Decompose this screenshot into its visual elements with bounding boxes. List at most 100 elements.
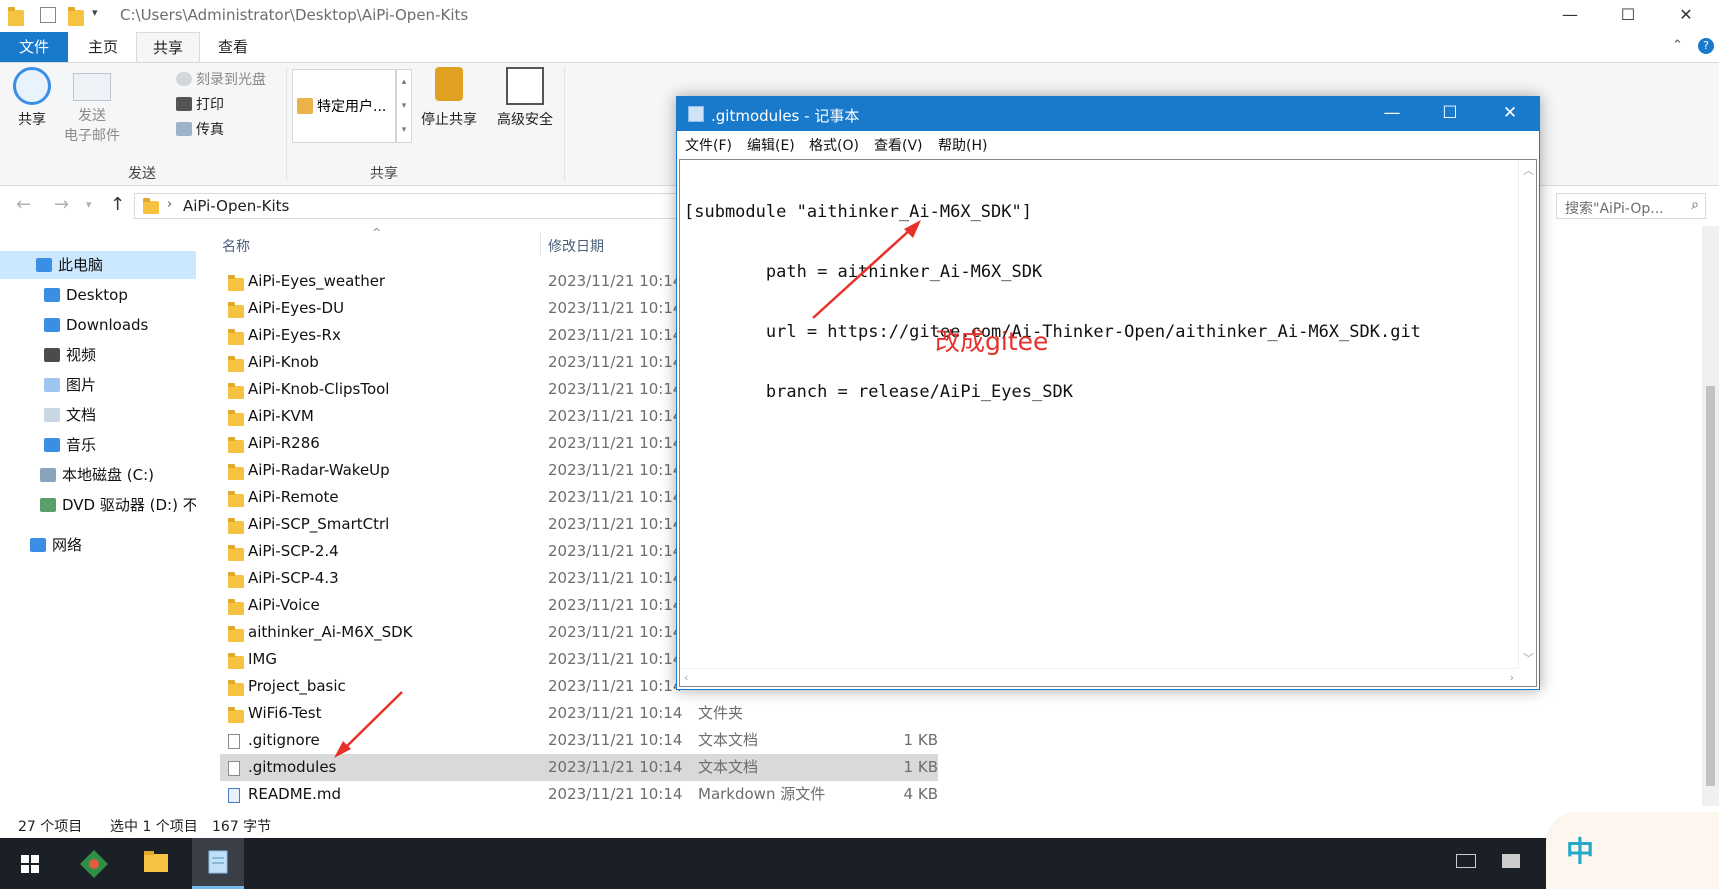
file-name: README.md (248, 785, 342, 803)
folder-icon (228, 545, 244, 561)
menu-edit[interactable]: 编辑(E) (747, 135, 795, 155)
close-button[interactable]: ✕ (1658, 0, 1714, 32)
nav-item-label: 图片 (66, 376, 97, 394)
burn-disc-button[interactable]: 刻录到光盘 (176, 69, 266, 91)
column-divider[interactable] (540, 232, 541, 256)
dvd-drive-icon (40, 498, 56, 512)
tab-share[interactable]: 共享 (136, 32, 200, 63)
taskbar-app-git[interactable] (68, 838, 120, 889)
notepad-window[interactable]: .gitmodules - 记事本 — ☐ ✕ 文件(F) 编辑(E) 格式(O… (676, 96, 1540, 690)
notepad-horizontal-scrollbar[interactable]: ‹ › (680, 668, 1518, 686)
forward-button[interactable]: → (54, 194, 69, 215)
file-type: 文件夹 (698, 704, 744, 722)
minimize-button[interactable]: — (1542, 0, 1598, 32)
search-input[interactable]: 搜索"AiPi-Op... ⌕ (1556, 193, 1706, 219)
stop-sharing-button[interactable]: 停止共享 (416, 67, 482, 129)
advanced-security-button[interactable]: 高级安全 (490, 67, 560, 129)
notepad-text-area[interactable]: [submodule "aithinker_Ai-M6X_SDK"] path … (679, 159, 1537, 687)
file-size: 1 KB (903, 731, 938, 749)
menu-help[interactable]: 帮助(H) (938, 135, 987, 155)
status-selected-count: 选中 1 个项目 (110, 819, 198, 835)
scroll-left-icon[interactable]: ‹ (684, 671, 688, 684)
collapse-ribbon-icon[interactable]: ⌃ (1672, 38, 1683, 53)
explorer-titlebar: ▾ C:\Users\Administrator\Desktop\AiPi-Op… (0, 0, 1719, 32)
nav-item-downloads[interactable]: Downloads (0, 311, 196, 339)
downloads-icon (44, 318, 60, 332)
scroll-up-icon[interactable]: ︿ (1523, 162, 1534, 178)
properties-icon[interactable] (40, 7, 56, 23)
file-name: WiFi6-Test (248, 704, 322, 722)
menu-format[interactable]: 格式(O) (809, 135, 859, 155)
taskbar-app-explorer[interactable] (130, 838, 182, 889)
folder-icon (228, 302, 244, 318)
help-icon[interactable]: ? (1698, 38, 1714, 54)
file-modified: 2023/11/21 10:14 (548, 758, 683, 776)
taskbar-app-notepad[interactable] (192, 838, 244, 889)
new-folder-icon[interactable] (68, 7, 84, 26)
menu-file[interactable]: 文件(F) (685, 135, 732, 155)
tab-file[interactable]: 文件 (0, 32, 68, 62)
fax-button[interactable]: 传真 (176, 119, 224, 141)
notepad-maximize-button[interactable]: ☐ (1421, 97, 1479, 131)
notepad-vertical-scrollbar[interactable]: ︿ ﹀ (1518, 160, 1536, 668)
menu-view[interactable]: 查看(V) (874, 135, 923, 155)
nav-item-desktop[interactable]: Desktop (0, 281, 196, 309)
scrollbar-thumb[interactable] (1706, 386, 1715, 786)
chevron-down-icon[interactable]: ▾ (92, 6, 108, 22)
scroll-down-icon[interactable]: ﹀ (1523, 650, 1534, 666)
share-button[interactable]: 共享 (10, 67, 54, 129)
keyboard-icon[interactable] (1456, 854, 1476, 868)
notepad-minimize-button[interactable]: — (1363, 97, 1421, 131)
vertical-scrollbar[interactable] (1702, 226, 1719, 806)
file-row[interactable]: .gitmodules 2023/11/21 10:14 文本文档 1 KB (220, 754, 938, 781)
printer-icon (176, 97, 192, 111)
gallery-scroll[interactable]: ▴ ▾ ▾ (396, 69, 412, 143)
notepad-close-button[interactable]: ✕ (1481, 97, 1539, 131)
file-modified: 2023/11/21 10:14 (548, 434, 683, 452)
tab-view[interactable]: 查看 (200, 32, 266, 62)
column-header-modified[interactable]: 修改日期 (548, 236, 604, 256)
file-type: Markdown 源文件 (698, 785, 826, 803)
notepad-content[interactable]: [submodule "aithinker_Ai-M6X_SDK"] path … (684, 162, 1421, 442)
back-button[interactable]: ← (16, 194, 31, 215)
nav-item-videos[interactable]: 视频 (0, 341, 196, 369)
nav-this-pc[interactable]: 此电脑 (0, 251, 196, 279)
nav-item-dvd-drive[interactable]: DVD 驱动器 (D:) 不 (0, 491, 196, 519)
vm-tray-icon[interactable] (1502, 854, 1520, 868)
file-modified: 2023/11/21 10:14 (548, 731, 683, 749)
column-header-name[interactable]: 名称 (222, 236, 250, 256)
nav-network[interactable]: 网络 (0, 531, 196, 559)
nav-item-documents[interactable]: 文档 (0, 401, 196, 429)
print-button[interactable]: 打印 (176, 94, 224, 116)
notepad-titlebar[interactable]: .gitmodules - 记事本 — ☐ ✕ (677, 97, 1539, 131)
nav-item-pictures[interactable]: 图片 (0, 371, 196, 399)
file-row[interactable]: WiFi6-Test 2023/11/21 10:14 文件夹 (220, 700, 938, 727)
file-modified: 2023/11/21 10:14 (548, 785, 683, 803)
up-button[interactable]: ↑ (110, 194, 125, 215)
notepad-icon (208, 850, 228, 874)
fax-icon (176, 122, 192, 136)
nav-item-label: Downloads (66, 316, 149, 334)
file-modified: 2023/11/21 10:14 (548, 326, 683, 344)
file-name: AiPi-Eyes_weather (248, 272, 386, 290)
nav-item-local-disk[interactable]: 本地磁盘 (C:) (0, 461, 196, 489)
share-with-gallery[interactable]: 特定用户... (292, 69, 396, 143)
nav-network-label: 网络 (52, 536, 83, 554)
send-email-button[interactable]: 发送 电子邮件 (56, 67, 128, 145)
maximize-button[interactable]: ☐ (1600, 0, 1656, 32)
folder-icon (228, 680, 244, 696)
tab-home[interactable]: 主页 (70, 32, 136, 62)
send-email-label-1: 发送 (78, 108, 106, 124)
start-button[interactable] (4, 838, 56, 889)
scroll-right-icon[interactable]: › (1510, 671, 1514, 684)
file-row[interactable]: .gitignore 2023/11/21 10:14 文本文档 1 KB (220, 727, 938, 754)
ribbon-separator (564, 67, 565, 181)
file-row[interactable]: README.md 2023/11/21 10:14 Markdown 源文件 4 K… (220, 781, 938, 808)
recent-locations-button[interactable]: ▾ (86, 198, 92, 211)
breadcrumb[interactable]: AiPi-Open-Kits (183, 197, 289, 215)
file-name: .gitignore (248, 731, 320, 749)
nav-item-music[interactable]: 音乐 (0, 431, 196, 459)
folder-icon (228, 356, 244, 372)
file-modified: 2023/11/21 10:14 (548, 596, 683, 614)
nav-item-label: 音乐 (66, 436, 97, 454)
